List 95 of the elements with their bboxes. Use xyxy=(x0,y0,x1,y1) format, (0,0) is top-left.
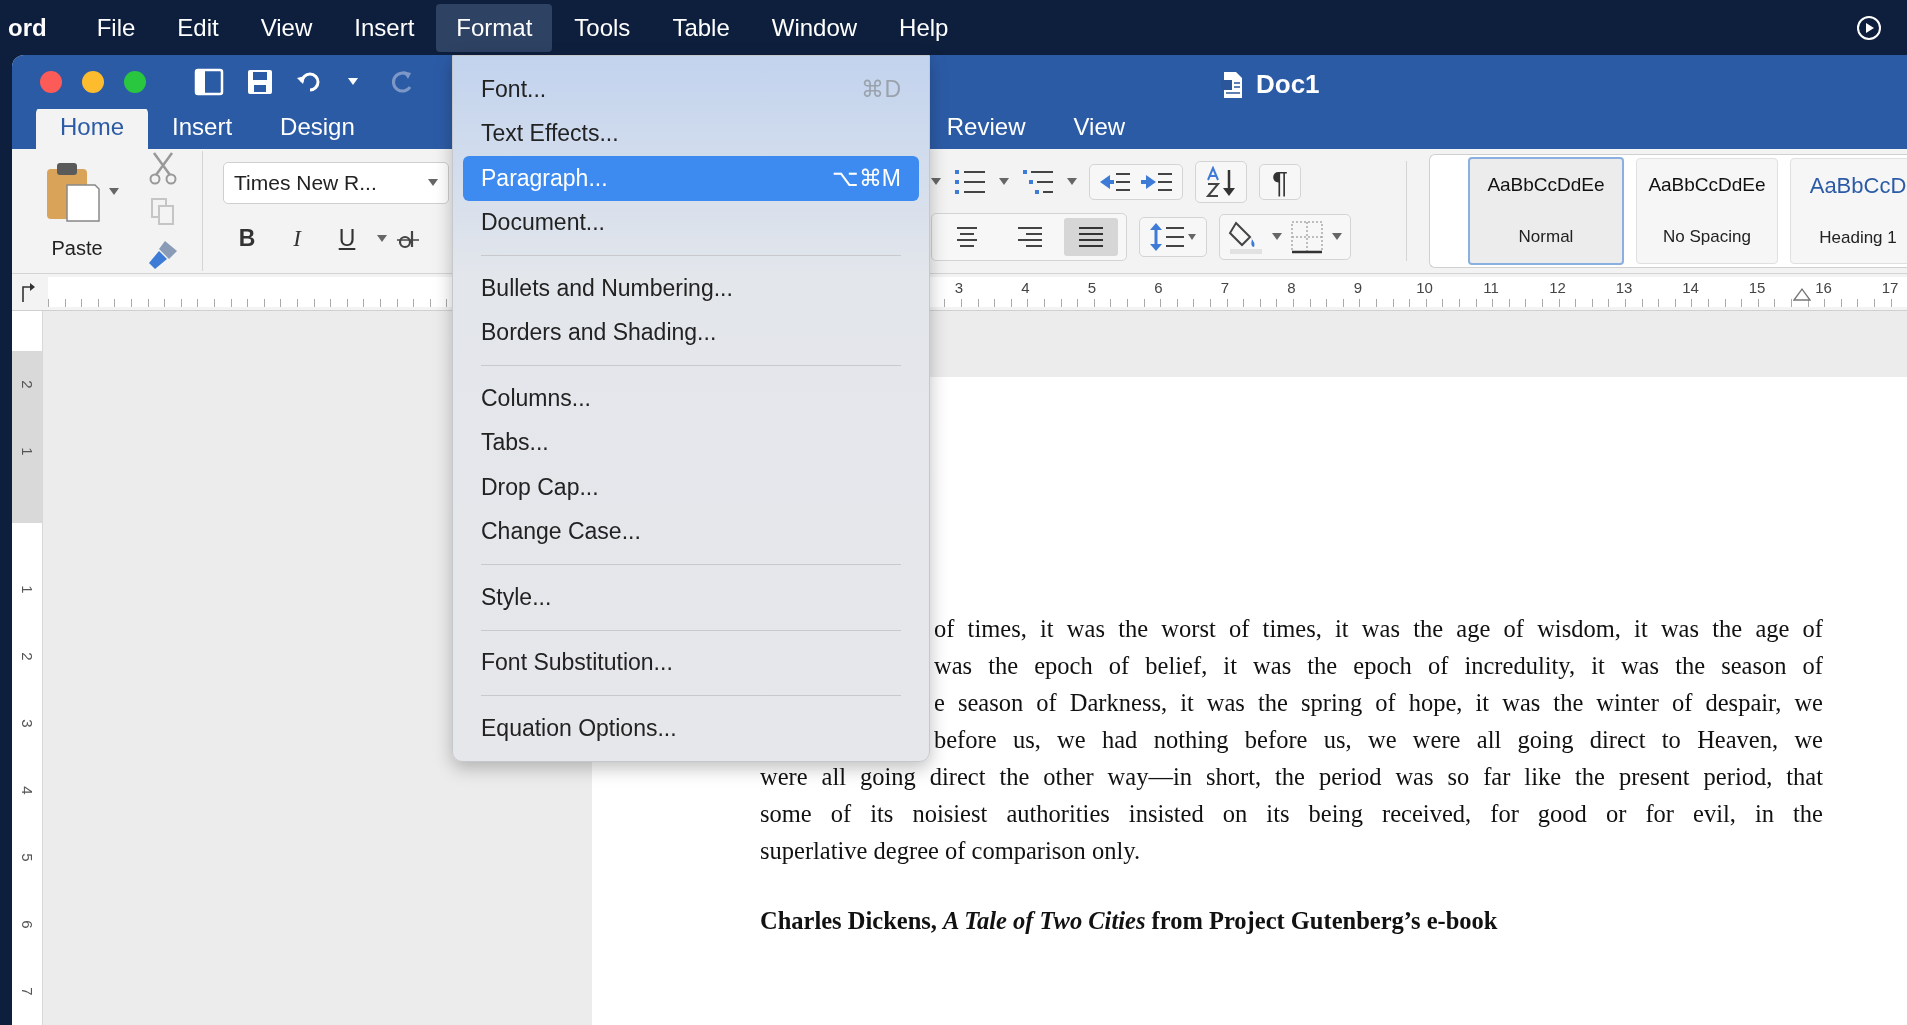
line-spacing-button[interactable] xyxy=(1139,216,1207,257)
ruler-number: 1 xyxy=(17,446,37,458)
ribbon-tab[interactable]: Home xyxy=(36,106,149,149)
ruler-number: 9 xyxy=(1352,278,1364,299)
ribbon-tab[interactable]: View xyxy=(1049,106,1150,149)
ruler-number: 15 xyxy=(1747,278,1767,299)
clipboard-icon[interactable] xyxy=(45,161,101,224)
caret-icon[interactable] xyxy=(348,77,358,86)
app-menu[interactable]: ord xyxy=(8,13,47,42)
caret-icon[interactable] xyxy=(1272,232,1282,241)
bold-button[interactable]: B xyxy=(227,225,267,253)
ruler-number: 5 xyxy=(17,852,37,864)
paragraph-line: was the epoch of belief, it was the epoch of incredulity, it was the season of xyxy=(933,651,1823,681)
paragraph-line: before us, we had nothing before us, we were all going direct to Heaven, we xyxy=(933,725,1823,755)
sidebar-icon[interactable] xyxy=(194,67,224,96)
caret-icon[interactable] xyxy=(109,188,119,197)
style-card[interactable]: AaBbCcD Heading 1 xyxy=(1790,157,1907,264)
menu-item[interactable]: Document... xyxy=(463,200,919,245)
caret-icon[interactable] xyxy=(428,178,438,187)
paragraph-line: e season of Darkness, it was the spring of hope, it was the winter of despair, we xyxy=(933,688,1823,718)
ruler-number: 17 xyxy=(1880,278,1900,299)
menu-item[interactable]: Columns... xyxy=(463,376,919,421)
ruler-number: 16 xyxy=(1814,278,1833,299)
ruler-number: 2 xyxy=(17,651,37,663)
menu-item[interactable]: Edit xyxy=(157,3,239,52)
paragraph-line: were all going direct the other way—in short, the period was so far like the present period, that xyxy=(760,762,1823,792)
italic-button[interactable]: I xyxy=(277,225,317,252)
zoom-icon[interactable] xyxy=(124,70,146,93)
sort-button[interactable] xyxy=(1195,160,1247,203)
indent-marker-icon[interactable] xyxy=(1793,287,1811,302)
attribution-text: Charles Dickens, A Tale of Two Cities from Project Gutenberg’s e-book xyxy=(760,907,1499,935)
paragraph-line: superlative degree of comparison only. xyxy=(760,836,1142,866)
font-name-field[interactable]: Times New R... xyxy=(223,161,449,204)
style-card[interactable]: AaBbCcDdEe Normal xyxy=(1468,156,1624,265)
ribbon-tab[interactable]: Design xyxy=(256,106,379,149)
menu-item[interactable]: Font Substitution... xyxy=(463,640,919,685)
caret-icon[interactable] xyxy=(377,234,387,243)
ruler-number: 1 xyxy=(17,584,37,596)
ruler-number: 13 xyxy=(1614,278,1634,299)
align-justify-icon xyxy=(1076,225,1106,248)
menu-item[interactable]: Tools xyxy=(554,3,651,52)
ruler-number: 4 xyxy=(17,785,37,797)
menu-item[interactable]: Equation Options... xyxy=(463,706,919,751)
ruler-number: 6 xyxy=(17,919,37,931)
scissors-icon[interactable] xyxy=(148,150,178,185)
underline-button[interactable]: U xyxy=(327,225,367,253)
ruler-number: 2 xyxy=(17,379,37,391)
ruler-number: 8 xyxy=(1286,278,1297,299)
show-formatting-marks-button[interactable]: ¶ xyxy=(1259,163,1302,200)
document-icon xyxy=(1220,70,1244,99)
menu-item[interactable]: Window xyxy=(751,3,878,52)
ruler-number: 14 xyxy=(1681,278,1700,299)
paragraph-line: of times, it was the worst of times, it was the age of wisdom, it was the age of xyxy=(933,614,1823,644)
menu-item[interactable]: Borders and Shading... xyxy=(463,310,919,355)
paste-button[interactable]: Paste xyxy=(51,237,103,261)
minimize-icon[interactable] xyxy=(82,70,104,93)
ruler-number: 6 xyxy=(1153,278,1164,299)
ribbon-tab[interactable]: Insert xyxy=(148,106,257,149)
style-card[interactable]: AaBbCcDdEe No Spacing xyxy=(1636,157,1778,264)
tab-selector-icon[interactable] xyxy=(20,282,36,303)
align-justify-button[interactable] xyxy=(1064,217,1118,256)
ruler-number: 5 xyxy=(1086,278,1098,299)
caret-icon[interactable] xyxy=(931,177,941,186)
caret-icon[interactable] xyxy=(1067,177,1077,186)
caret-icon[interactable] xyxy=(1332,232,1342,241)
menu-item[interactable]: Format xyxy=(436,3,553,52)
menu-item[interactable]: Text Effects... xyxy=(463,111,919,156)
play-icon[interactable] xyxy=(1856,14,1882,41)
menu-item[interactable]: Insert xyxy=(334,3,435,52)
format-painter-icon[interactable] xyxy=(147,238,179,271)
menu-item[interactable]: Font... ⌘D xyxy=(463,67,919,112)
line-spacing-icon[interactable] xyxy=(1148,221,1198,252)
menu-item[interactable]: Change Case... xyxy=(463,509,919,554)
menu-item[interactable]: Style... xyxy=(463,575,919,620)
caret-icon[interactable] xyxy=(999,177,1009,186)
ruler-number: 7 xyxy=(17,986,37,998)
borders-icon[interactable] xyxy=(1290,219,1324,254)
sort-icon[interactable] xyxy=(1204,165,1238,198)
menu-item[interactable]: Tabs... xyxy=(463,420,919,465)
ruler-number: 4 xyxy=(1020,278,1031,299)
window-title: Doc1 xyxy=(1256,69,1320,100)
menu-item[interactable]: Bullets and Numbering... xyxy=(463,266,919,311)
ruler-number: 7 xyxy=(1219,278,1231,299)
menu-item[interactable]: Drop Cap... xyxy=(463,465,919,510)
menu-item[interactable]: File xyxy=(76,3,156,52)
paragraph-line: some of its noisiest authorities insisted on its being received, for good or for evil, in the xyxy=(760,799,1823,829)
ruler-number: 3 xyxy=(17,718,37,730)
ruler-number: 12 xyxy=(1548,278,1567,299)
save-icon[interactable] xyxy=(246,67,274,96)
menu-item[interactable]: View xyxy=(240,3,333,52)
ruler-number: 11 xyxy=(1482,278,1500,299)
menu-item[interactable]: Help xyxy=(879,3,969,52)
ruler-number: 3 xyxy=(953,278,965,299)
menu-item[interactable]: Table xyxy=(652,3,750,52)
ruler-number: 10 xyxy=(1415,278,1434,299)
